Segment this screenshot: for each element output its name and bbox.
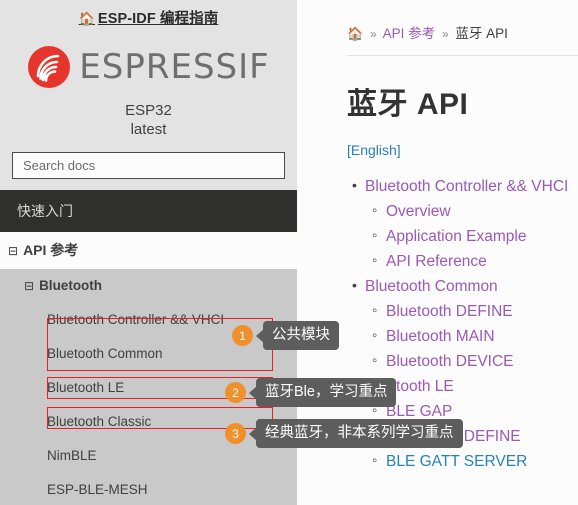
sidebar-item-label: Bluetooth: [39, 278, 103, 293]
sidebar-item-label: ESP-BLE-MESH: [47, 482, 148, 497]
callout-number: 2: [225, 382, 246, 403]
callout-number: 1: [232, 325, 253, 346]
breadcrumb-separator: »: [369, 27, 377, 41]
callout-number: 3: [225, 423, 246, 444]
home-icon: 🏠: [78, 11, 95, 26]
toc-item[interactable]: Bluetooth DEFINE: [297, 298, 578, 324]
sidebar-item-label: API 参考: [23, 242, 79, 258]
callout-1: 1 公共模块: [232, 321, 339, 350]
toc-item[interactable]: Bluetooth DEVICE: [297, 348, 578, 374]
breadcrumb-separator: »: [441, 27, 449, 41]
toc-item[interactable]: Overview: [297, 198, 578, 224]
collapse-toggle-icon[interactable]: ⊟: [24, 279, 34, 293]
english-language-link[interactable]: [English]: [347, 142, 578, 158]
brand-link[interactable]: 🏠 ESP-IDF 编程指南: [79, 7, 219, 28]
callout-2: 2 蓝牙Ble，学习重点: [225, 378, 397, 407]
app-root: 🏠 ESP-IDF 编程指南 ESPRESSIF ESP32 latest Se…: [0, 0, 578, 505]
espressif-logo: ESPRESSIF: [0, 42, 297, 92]
sidebar-item-label: Bluetooth LE: [47, 380, 125, 395]
version-tag: latest: [130, 121, 167, 138]
breadcrumb: 🏠 » API 参考 » 蓝牙 API: [297, 0, 578, 42]
version-chip: ESP32: [125, 102, 172, 119]
toc-item[interactable]: Bluetooth Common: [297, 273, 578, 299]
sidebar-item-label: 快速入门: [17, 203, 73, 219]
breadcrumb-divider: [347, 55, 578, 56]
search-container: [0, 138, 297, 190]
callout-text: 蓝牙Ble，学习重点: [256, 378, 397, 407]
sidebar-item-api-reference[interactable]: ⊟ API 参考: [0, 232, 297, 269]
toc-item[interactable]: Bluetooth Controller && VHCI: [297, 173, 578, 199]
callout-text: 经典蓝牙，非本系列学习重点: [256, 419, 463, 448]
callout-3: 3 经典蓝牙，非本系列学习重点: [225, 419, 463, 448]
sidebar-item-quickstart[interactable]: 快速入门: [0, 190, 297, 232]
toc-item[interactable]: API Reference: [297, 248, 578, 274]
breadcrumb-item-api-reference[interactable]: API 参考: [383, 26, 436, 41]
sidebar-item-label: NimBLE: [47, 448, 97, 463]
sidebar-item-label: Bluetooth Classic: [47, 414, 152, 429]
callout-text: 公共模块: [263, 321, 339, 350]
sidebar-item-esp-ble-mesh[interactable]: ESP-BLE-MESH: [0, 473, 297, 505]
sidebar-item-label: Bluetooth Controller && VHCI: [47, 312, 225, 327]
toc-item[interactable]: BLE GATT SERVER: [297, 448, 578, 474]
sidebar-item-label: Bluetooth Common: [47, 346, 163, 361]
home-icon[interactable]: 🏠: [347, 26, 363, 41]
collapse-toggle-icon[interactable]: ⊟: [8, 244, 18, 258]
sidebar-header: 🏠 ESP-IDF 编程指南 ESPRESSIF ESP32 latest: [0, 0, 297, 138]
espressif-wordmark: ESPRESSIF: [79, 47, 270, 87]
search-input[interactable]: [12, 152, 285, 179]
espressif-wifi-logo-icon: [27, 45, 71, 89]
page-title: 蓝牙 API: [347, 88, 469, 121]
toc-item[interactable]: Bluetooth MAIN: [297, 323, 578, 349]
toc-item[interactable]: Application Example: [297, 223, 578, 249]
brand-title-text: ESP-IDF 编程指南: [97, 11, 219, 27]
sidebar-item-bluetooth[interactable]: ⊟ Bluetooth: [0, 269, 297, 303]
breadcrumb-item-current: 蓝牙 API: [455, 26, 508, 41]
